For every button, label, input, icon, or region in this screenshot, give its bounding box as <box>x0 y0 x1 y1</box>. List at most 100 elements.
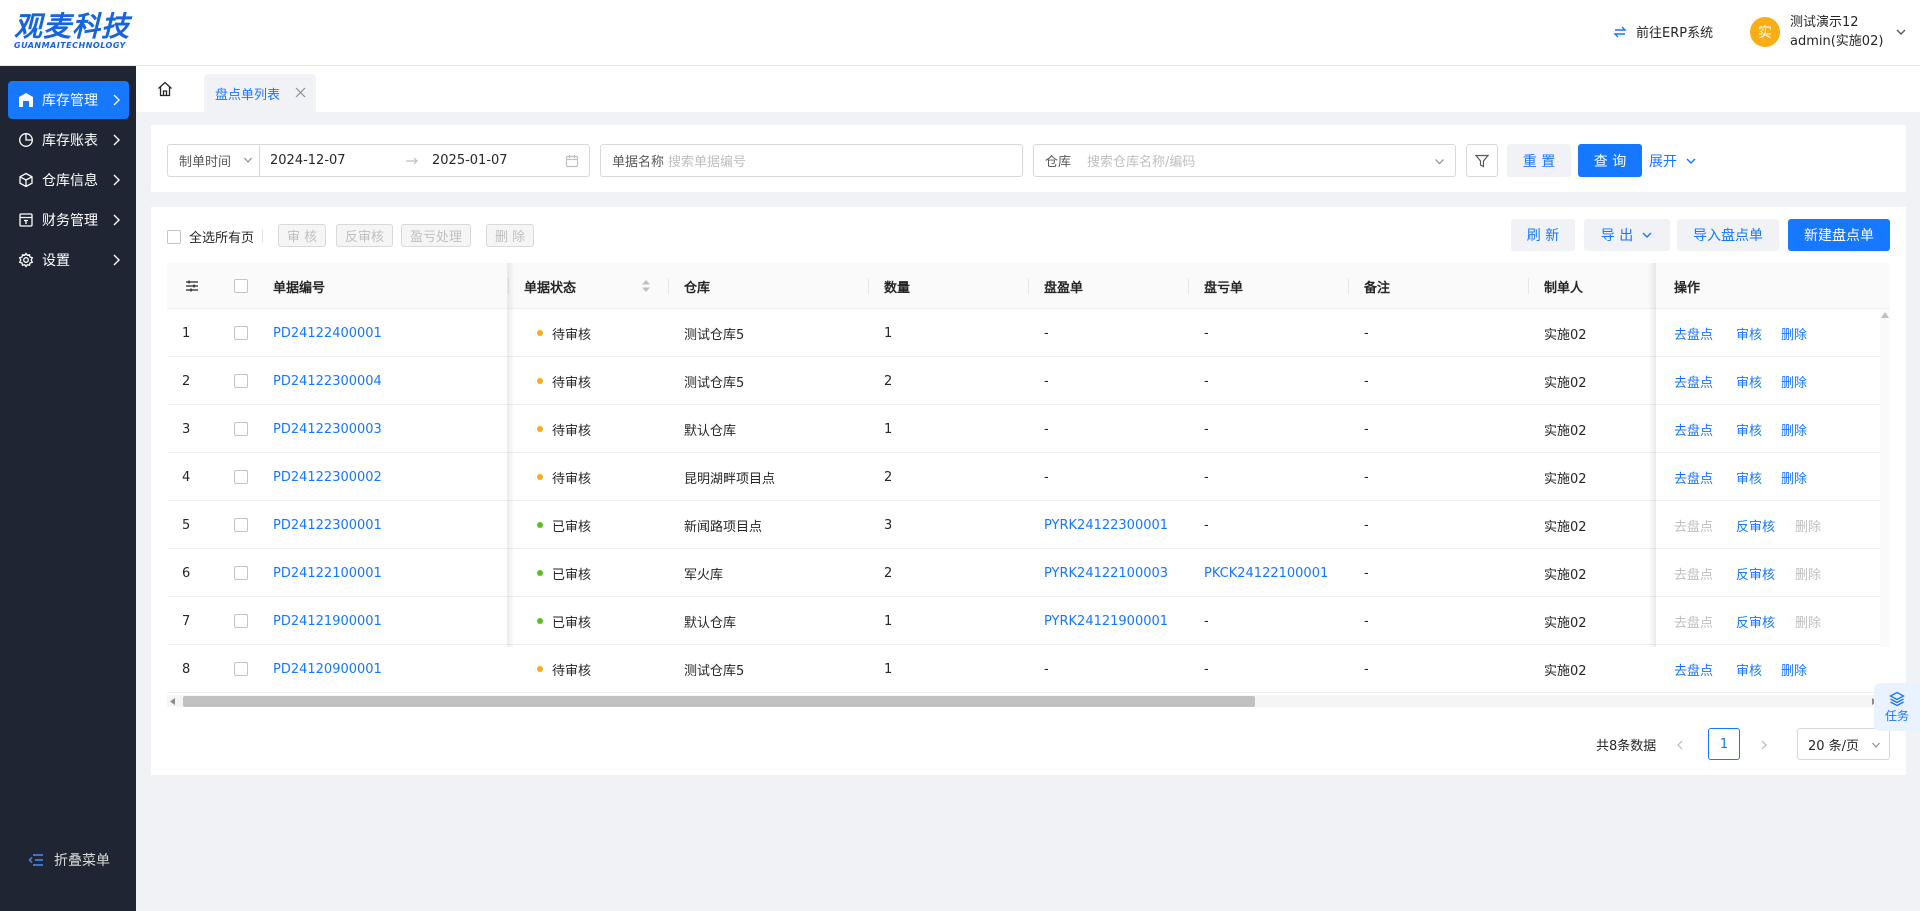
profit-loss-button[interactable]: 盈亏处理 <box>401 224 472 247</box>
tab-stocktake-list[interactable]: 盘点单列表 <box>204 74 316 112</box>
doc-code-link[interactable]: PD24122300002 <box>273 453 382 501</box>
delete-link[interactable]: 删除 <box>1781 357 1807 405</box>
go-count-link[interactable]: 去盘点 <box>1674 549 1713 597</box>
calendar-icon[interactable] <box>565 154 579 168</box>
row-checkbox[interactable] <box>234 645 248 693</box>
time-type-select[interactable]: 制单时间 <box>168 145 260 176</box>
unaudit-link[interactable]: 反审核 <box>1736 501 1775 549</box>
remark-cell: - <box>1364 661 1369 677</box>
date-start-input[interactable]: 2024-12-07 <box>270 153 405 168</box>
audit-link[interactable]: 审核 <box>1736 357 1762 405</box>
row-checkbox[interactable] <box>234 549 248 597</box>
gain-order-cell: - <box>1044 469 1049 485</box>
go-count-link[interactable]: 去盘点 <box>1674 597 1713 645</box>
delete-link[interactable]: 删除 <box>1781 405 1807 453</box>
gain-order-cell[interactable]: PYRK24122300001 <box>1044 501 1168 549</box>
erp-link[interactable]: 前往ERP系统 <box>1612 22 1713 41</box>
select-all-pages[interactable]: 全选所有页 <box>167 227 254 246</box>
doc-code-link[interactable]: PD24122300003 <box>273 405 382 453</box>
row-checkbox[interactable] <box>234 405 248 453</box>
audit-link[interactable]: 审核 <box>1736 453 1762 501</box>
sidebar-item-finance[interactable]: 财务管理 <box>8 201 129 239</box>
doc-code-link[interactable]: PD24120900001 <box>273 645 382 693</box>
gain-order-cell[interactable]: PYRK24122100003 <box>1044 549 1168 597</box>
delete-link[interactable]: 删除 <box>1795 501 1821 549</box>
sidebar-item-stock-ledger[interactable]: 库存账表 <box>8 121 129 159</box>
reset-button[interactable]: 重 置 <box>1507 144 1571 177</box>
go-count-link[interactable]: 去盘点 <box>1674 309 1713 357</box>
sidebar-item-warehouse-info[interactable]: 仓库信息 <box>8 161 129 199</box>
select-all-checkbox[interactable] <box>167 229 181 244</box>
import-stocktake-button[interactable]: 导入盘点单 <box>1677 219 1779 251</box>
audit-link[interactable]: 审核 <box>1736 405 1762 453</box>
expand-filters-link[interactable]: 展开 <box>1649 144 1697 177</box>
status-text: 待审核 <box>552 471 592 487</box>
collapse-menu-button[interactable]: 折叠菜单 <box>28 850 110 870</box>
delete-link[interactable]: 删除 <box>1795 597 1821 645</box>
scrollbar-thumb[interactable] <box>183 696 1255 707</box>
maker-cell: 实施02 <box>1544 567 1587 583</box>
unaudit-link[interactable]: 反审核 <box>1736 549 1775 597</box>
chevron-down-icon <box>1641 229 1653 241</box>
user-menu[interactable]: 实 测试演示12 admin(实施02) <box>1750 13 1907 51</box>
sidebar-item-settings[interactable]: 设置 <box>8 241 129 279</box>
go-count-link[interactable]: 去盘点 <box>1674 501 1713 549</box>
warehouse-filter[interactable]: 仓库 搜索仓库名称/编码 <box>1033 144 1456 177</box>
row-checkbox[interactable] <box>234 357 248 405</box>
unaudit-link[interactable]: 反审核 <box>1736 597 1775 645</box>
remark-cell: - <box>1364 325 1369 341</box>
doc-code-link[interactable]: PD24122300004 <box>273 357 382 405</box>
prev-page-icon[interactable] <box>1676 740 1684 750</box>
refresh-button[interactable]: 刷 新 <box>1511 219 1575 251</box>
doc-name-filter[interactable]: 单据名称 搜索单据编号 <box>600 144 1023 177</box>
loss-order-cell: - <box>1204 469 1209 485</box>
go-count-link[interactable]: 去盘点 <box>1674 645 1713 693</box>
new-stocktake-button[interactable]: 新建盘点单 <box>1788 219 1890 251</box>
pagination-total: 共8条数据 <box>1596 738 1657 754</box>
go-count-link[interactable]: 去盘点 <box>1674 357 1713 405</box>
delete-link[interactable]: 删除 <box>1781 645 1807 693</box>
column-divider <box>1348 278 1349 294</box>
delete-link[interactable]: 删除 <box>1795 549 1821 597</box>
status-dot <box>537 618 543 624</box>
audit-link[interactable]: 审核 <box>1736 309 1762 357</box>
sidebar-item-label: 库存管理 <box>42 93 98 109</box>
sidebar-item-inventory[interactable]: 库存管理 <box>8 81 129 119</box>
brand-logo[interactable]: 观麦科技 GUANMAITECHNOLOGY <box>14 10 144 50</box>
sort-icon[interactable] <box>641 263 651 309</box>
query-button[interactable]: 查 询 <box>1578 144 1642 177</box>
advanced-filter-button[interactable] <box>1466 144 1498 177</box>
doc-code-link[interactable]: PD24122100001 <box>273 549 382 597</box>
maker-cell: 实施02 <box>1544 615 1587 631</box>
delete-link[interactable]: 删除 <box>1781 309 1807 357</box>
row-checkbox[interactable] <box>234 501 248 549</box>
doc-code-link[interactable]: PD24121900001 <box>273 597 382 645</box>
page-size-select[interactable]: 20 条/页 <box>1797 728 1890 760</box>
go-count-link[interactable]: 去盘点 <box>1674 405 1713 453</box>
batch-unaudit-button[interactable]: 反审核 <box>336 224 394 247</box>
gain-order-cell[interactable]: PYRK24121900001 <box>1044 597 1168 645</box>
go-count-link[interactable]: 去盘点 <box>1674 453 1713 501</box>
batch-audit-button[interactable]: 审 核 <box>278 224 327 247</box>
column-settings-icon[interactable] <box>185 263 199 309</box>
date-end-input[interactable]: 2025-01-07 <box>432 153 565 168</box>
vertical-scrollbar[interactable] <box>1880 309 1890 647</box>
next-page-icon[interactable] <box>1760 740 1768 750</box>
batch-delete-button[interactable]: 删 除 <box>486 224 535 247</box>
loss-order-cell[interactable]: PKCK24122100001 <box>1204 549 1328 597</box>
table-row: 3 PD24122300003 待审核 默认仓库 1 - - - 实施02 去盘点 审核 删除 <box>167 405 1890 453</box>
doc-code-link[interactable]: PD24122400001 <box>273 309 382 357</box>
doc-code-link[interactable]: PD24122300001 <box>273 501 382 549</box>
delete-link[interactable]: 删除 <box>1781 453 1807 501</box>
task-float-button[interactable]: 任务 <box>1874 683 1920 731</box>
page-number-current[interactable]: 1 <box>1708 728 1740 760</box>
row-checkbox[interactable] <box>234 597 248 645</box>
row-checkbox[interactable] <box>234 453 248 501</box>
header-checkbox[interactable] <box>234 263 248 309</box>
audit-link[interactable]: 审核 <box>1736 645 1762 693</box>
home-icon[interactable] <box>156 80 174 98</box>
status-badge: 已审核 <box>537 549 591 597</box>
row-checkbox[interactable] <box>234 309 248 357</box>
export-button[interactable]: 导 出 <box>1584 219 1670 251</box>
close-icon[interactable] <box>295 87 306 98</box>
